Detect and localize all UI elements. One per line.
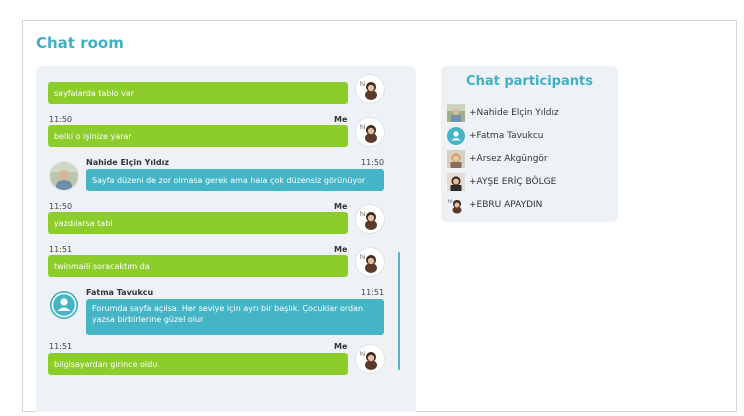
message-time: 11:50 <box>49 115 73 124</box>
my-avatar-icon: hi <box>356 75 384 103</box>
message-time: 11:51 <box>49 245 73 254</box>
message-bubble: sayfalarda tablo var <box>48 82 348 104</box>
participant-item[interactable]: +Fatma Tavukcu <box>447 126 544 146</box>
my-avatar-icon: hi <box>356 248 384 276</box>
participant-name: +EBRU APAYDIN <box>469 200 543 210</box>
participant-name: +Fatma Tavukcu <box>469 131 544 141</box>
svg-text:hi: hi <box>360 254 366 261</box>
cartoon-avatar-icon: hi <box>447 196 465 214</box>
participants-panel: Chat participants +Nahide Elçin Yıldız +… <box>441 66 618 222</box>
participant-item[interactable]: +Nahide Elçin Yıldız <box>447 103 559 123</box>
message-bubble: Sayfa düzeni de zor olmasa gerek ama hal… <box>86 169 384 191</box>
default-user-icon <box>447 127 465 145</box>
participant-avatar-icon <box>50 162 78 190</box>
message-bubble: belki o işinize yarar <box>48 125 348 147</box>
message-sender-name: Fatma Tavukcu <box>86 288 154 297</box>
svg-text:hi: hi <box>360 211 366 218</box>
my-avatar-icon: hi <box>356 118 384 146</box>
svg-text:hi: hi <box>448 199 453 205</box>
message-bubble: yazdılarsa tabi <box>48 212 348 234</box>
chat-scrollbar[interactable] <box>398 252 400 370</box>
photo-thumbnail-icon <box>447 173 465 191</box>
message-sender-label: Me <box>334 245 348 254</box>
participant-item[interactable]: +AYŞE ERİÇ BÖLGE <box>447 172 556 192</box>
participant-name: +Arsez Akgüngör <box>469 154 548 164</box>
message-time: 11:50 <box>49 202 73 211</box>
participant-item[interactable]: hi +EBRU APAYDIN <box>447 195 542 215</box>
my-avatar-icon: hi <box>356 205 384 233</box>
message-bubble: Forumda sayfa açılsa. Her seviye için ay… <box>86 299 384 335</box>
photo-thumbnail-icon <box>447 150 465 168</box>
page-title: Chat room <box>36 34 124 52</box>
svg-text:hi: hi <box>360 351 366 358</box>
message-time: 11:51 <box>49 342 73 351</box>
message-time: 11:50 <box>361 158 385 167</box>
message-sender-name: Nahide Elçin Yıldız <box>86 158 170 167</box>
participants-title: Chat participants <box>466 74 593 89</box>
message-bubble: twinmaili soracaktım da <box>48 255 348 277</box>
chat-messages-panel[interactable]: sayfalarda tablo var hi 11:50 Me belki o… <box>36 66 416 412</box>
my-avatar-icon: hi <box>356 345 384 373</box>
message-sender-label: Me <box>334 115 348 124</box>
participant-name: +Nahide Elçin Yıldız <box>469 108 559 118</box>
message-bubble: bilgisayardan girince oldu <box>48 353 348 375</box>
participant-item[interactable]: +Arsez Akgüngör <box>447 149 548 169</box>
message-time: 11:51 <box>361 288 385 297</box>
default-user-icon <box>50 291 78 319</box>
photo-thumbnail-icon <box>447 104 465 122</box>
participant-name: +AYŞE ERİÇ BÖLGE <box>469 177 557 187</box>
svg-text:hi: hi <box>360 81 366 88</box>
message-sender-label: Me <box>334 202 348 211</box>
message-sender-label: Me <box>334 342 348 351</box>
svg-text:hi: hi <box>360 124 366 131</box>
